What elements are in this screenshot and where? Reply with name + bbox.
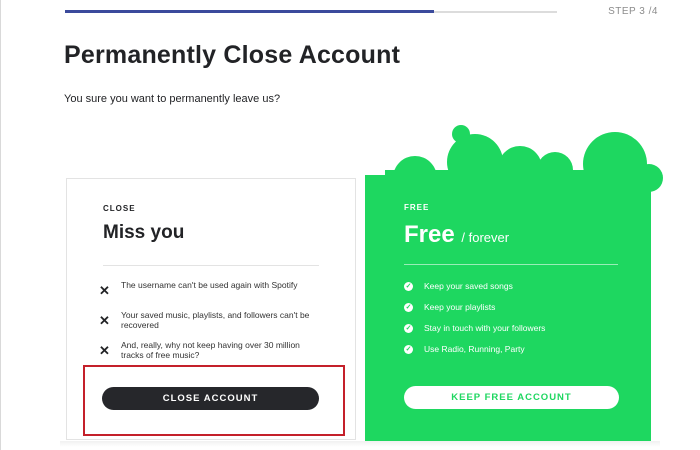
feature-text: Keep your playlists [424, 302, 496, 312]
free-card-eyebrow: FREE [404, 203, 430, 212]
list-item: ✓ Use Radio, Running, Party [404, 344, 525, 354]
page-subtitle: You sure you want to permanently leave u… [64, 93, 281, 105]
list-item: ✕ And, really, why not keep having over … [99, 340, 324, 360]
x-icon: ✕ [99, 283, 110, 298]
keep-free-account-button[interactable]: KEEP FREE ACCOUNT [404, 386, 619, 409]
free-heading-suffix: / forever [461, 230, 510, 245]
free-heading-text: Free [404, 221, 455, 248]
free-plan-card: FREE Free / forever ✓ Keep your saved so… [365, 175, 651, 441]
left-border [0, 0, 1, 450]
reason-text: And, really, why not keep having over 30… [121, 340, 300, 360]
reason-text: Your saved music, playlists, and followe… [121, 310, 310, 330]
divider [404, 264, 618, 265]
bottom-shadow [60, 441, 660, 447]
decorative-bubbles [385, 125, 663, 200]
progress-fill [65, 10, 434, 13]
check-icon: ✓ [404, 323, 413, 333]
close-account-button[interactable]: CLOSE ACCOUNT [102, 387, 319, 410]
step-indicator: STEP 3 /4 [608, 6, 658, 17]
feature-text: Stay in touch with your followers [424, 323, 546, 333]
check-icon: ✓ [404, 281, 413, 291]
list-item: ✕ Your saved music, playlists, and follo… [99, 310, 324, 330]
x-icon: ✕ [99, 343, 110, 358]
close-card-eyebrow: CLOSE [103, 204, 136, 213]
feature-text: Keep your saved songs [424, 281, 513, 291]
check-icon: ✓ [404, 344, 413, 354]
reason-text: The username can't be used again with Sp… [121, 280, 298, 290]
close-account-card: CLOSE Miss you ✕ The username can't be u… [66, 178, 356, 440]
feature-text: Use Radio, Running, Party [424, 344, 525, 354]
page-title: Permanently Close Account [64, 41, 401, 69]
free-card-heading: Free / forever [404, 221, 509, 249]
list-item: ✓ Keep your saved songs [404, 281, 513, 291]
list-item: ✕ The username can't be used again with … [99, 280, 324, 298]
x-icon: ✕ [99, 313, 110, 328]
progress-track [65, 10, 557, 13]
check-icon: ✓ [404, 302, 413, 312]
list-item: ✓ Keep your playlists [404, 302, 495, 312]
close-card-heading: Miss you [103, 222, 185, 243]
divider [103, 265, 319, 266]
list-item: ✓ Stay in touch with your followers [404, 323, 545, 333]
